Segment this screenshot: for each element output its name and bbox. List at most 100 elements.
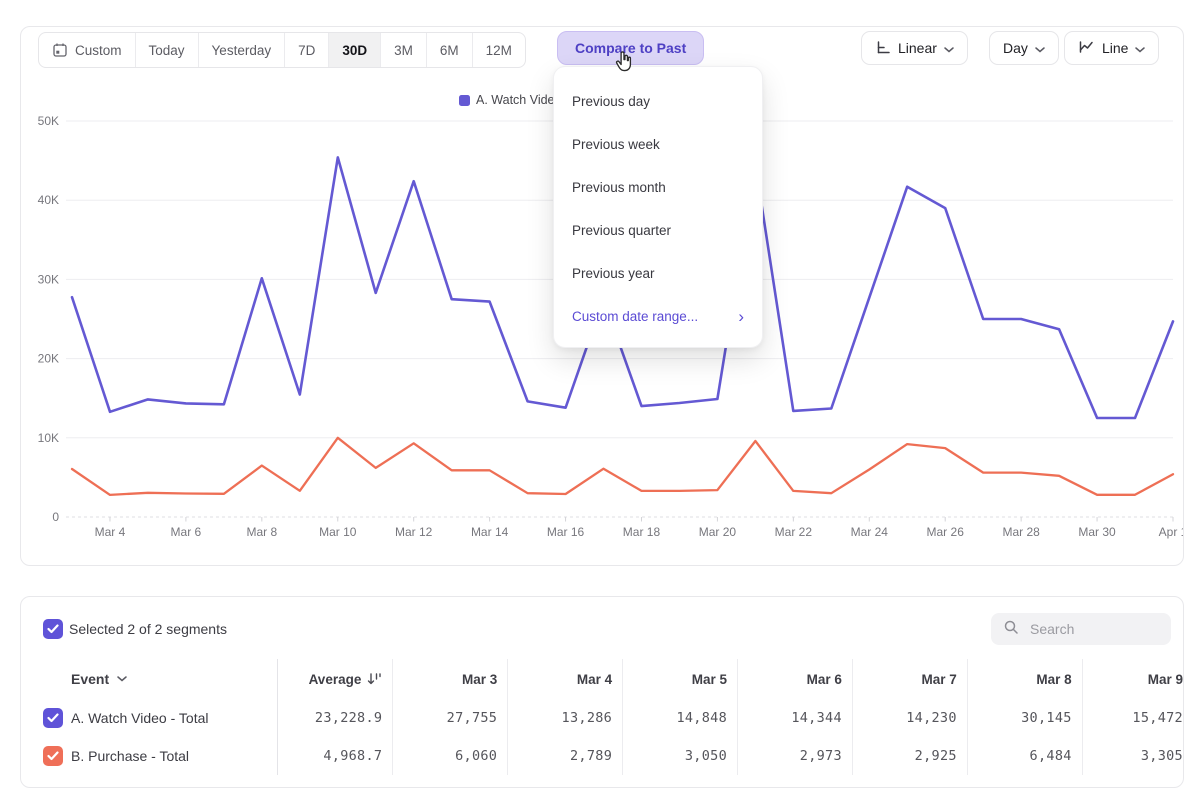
segment-cell: A. Watch Video - Total (21, 699, 278, 737)
value-cell: 3,050 (623, 737, 738, 775)
range-option-6m[interactable]: 6M (426, 33, 472, 67)
column-header-mar 9[interactable]: Mar 9 (1083, 659, 1183, 699)
svg-text:Mar 14: Mar 14 (471, 525, 509, 539)
interval-dropdown-button[interactable]: Day (989, 31, 1059, 65)
value-cell: 27,755 (393, 699, 508, 737)
svg-text:Mar 26: Mar 26 (927, 525, 965, 539)
svg-text:50K: 50K (38, 114, 59, 128)
column-header-mar 3[interactable]: Mar 3 (393, 659, 508, 699)
svg-text:Mar 4: Mar 4 (95, 525, 126, 539)
cell-value: 6,060 (455, 748, 497, 764)
interval-label: Day (1003, 40, 1028, 56)
range-option-label: 6M (440, 43, 459, 58)
svg-text:Mar 22: Mar 22 (775, 525, 813, 539)
column-header-label: Mar 3 (462, 672, 497, 687)
svg-text:0: 0 (52, 510, 59, 524)
segments-table: Event Average Mar 3 Mar 4Mar 5 Mar 6 Mar 7 Mar… (21, 659, 1183, 775)
search-box[interactable] (991, 613, 1171, 645)
range-option-label: Today (149, 43, 185, 58)
menu-item-label: Custom date range... (572, 309, 698, 324)
sort-descending-icon[interactable] (367, 673, 382, 685)
svg-text:Mar 20: Mar 20 (699, 525, 737, 539)
select-all-checkbox[interactable] (43, 619, 63, 639)
cell-value: 2,925 (915, 748, 957, 764)
range-option-label: Yesterday (212, 43, 272, 58)
menu-item-previous-week[interactable]: Previous week (554, 123, 762, 166)
menu-item-previous-month[interactable]: Previous month (554, 166, 762, 209)
range-option-3m[interactable]: 3M (380, 33, 426, 67)
value-cell: 15,472 (1083, 699, 1183, 737)
menu-item-previous-day[interactable]: Previous day (554, 80, 762, 123)
date-range-group: Custom Today Yesterday 7D 30D 3M 6M 12M (38, 32, 526, 68)
search-icon (1003, 619, 1019, 640)
segment-label: B. Purchase - Total (71, 748, 189, 764)
segment-checkbox[interactable] (43, 708, 63, 728)
scale-label: Linear (898, 40, 937, 56)
column-header-label: Mar 6 (807, 672, 842, 687)
svg-text:Mar 8: Mar 8 (246, 525, 277, 539)
svg-text:40K: 40K (38, 193, 59, 207)
segment-label: A. Watch Video - Total (71, 710, 208, 726)
menu-item-custom-date-range[interactable]: Custom date range...› (554, 295, 762, 338)
svg-text:10K: 10K (38, 431, 59, 445)
column-header-mar 5[interactable]: Mar 5 (623, 659, 738, 699)
range-option-7d[interactable]: 7D (284, 33, 328, 67)
column-header-mar 4[interactable]: Mar 4 (508, 659, 623, 699)
column-header-label: Mar 7 (922, 672, 957, 687)
column-header-average[interactable]: Average (278, 659, 393, 699)
cell-value: 15,472 (1132, 710, 1183, 726)
range-option-label: 12M (486, 43, 512, 58)
value-cell: 2,973 (738, 737, 853, 775)
scale-dropdown-button[interactable]: Linear (861, 31, 968, 65)
chart-type-dropdown-button[interactable]: Line (1064, 31, 1159, 65)
svg-text:Mar 10: Mar 10 (319, 525, 357, 539)
range-option-30d[interactable]: 30D (328, 33, 380, 67)
chevron-down-icon (117, 676, 127, 682)
svg-text:20K: 20K (38, 352, 59, 366)
svg-text:Mar 16: Mar 16 (547, 525, 585, 539)
search-input[interactable] (1028, 620, 1152, 638)
svg-text:Mar 12: Mar 12 (395, 525, 433, 539)
value-cell: 2,925 (853, 737, 968, 775)
column-header-mar 6[interactable]: Mar 6 (738, 659, 853, 699)
cell-value: 27,755 (447, 710, 498, 726)
svg-text:Mar 6: Mar 6 (171, 525, 202, 539)
compare-to-past-menu: Previous dayPrevious weekPrevious monthP… (553, 66, 763, 348)
chevron-down-icon (944, 40, 954, 56)
compare-to-past-button[interactable]: Compare to Past (557, 31, 704, 65)
check-icon (47, 713, 59, 723)
range-option-12m[interactable]: 12M (472, 33, 525, 67)
svg-text:Mar 24: Mar 24 (851, 525, 889, 539)
chart-type-label: Line (1102, 40, 1128, 56)
legend-swatch (459, 95, 470, 106)
cell-value: 4,968.7 (323, 748, 382, 764)
value-cell: 6,484 (968, 737, 1083, 775)
line-chart-icon (1078, 39, 1095, 58)
cell-value: 2,973 (800, 748, 842, 764)
range-option-today[interactable]: Today (135, 33, 198, 67)
cell-value: 6,484 (1030, 748, 1072, 764)
event-header-label: Event (71, 671, 109, 687)
menu-item-previous-year[interactable]: Previous year (554, 252, 762, 295)
range-option-label: 30D (342, 43, 367, 58)
chevron-down-icon (1035, 40, 1045, 56)
value-cell: 13,286 (508, 699, 623, 737)
column-header-mar 8[interactable]: Mar 8 (968, 659, 1083, 699)
svg-text:Mar 18: Mar 18 (623, 525, 661, 539)
range-option-custom[interactable]: Custom (39, 33, 135, 67)
column-header-event[interactable]: Event (21, 659, 278, 699)
column-header-label: Average (309, 672, 362, 687)
chevron-down-icon (1135, 40, 1145, 56)
cell-value: 14,230 (906, 710, 957, 726)
column-header-mar 7[interactable]: Mar 7 (853, 659, 968, 699)
segment-checkbox[interactable] (43, 746, 63, 766)
cell-value: 3,050 (685, 748, 727, 764)
cell-value: 23,228.9 (315, 710, 382, 726)
range-option-yesterday[interactable]: Yesterday (198, 33, 285, 67)
table-row: A. Watch Video - Total 23,228.9 27,755 13,… (21, 699, 1183, 737)
cell-value: 14,344 (791, 710, 842, 726)
segment-cell: B. Purchase - Total (21, 737, 278, 775)
column-header-label: Mar 8 (1036, 672, 1071, 687)
menu-item-previous-quarter[interactable]: Previous quarter (554, 209, 762, 252)
range-option-label: 3M (394, 43, 413, 58)
